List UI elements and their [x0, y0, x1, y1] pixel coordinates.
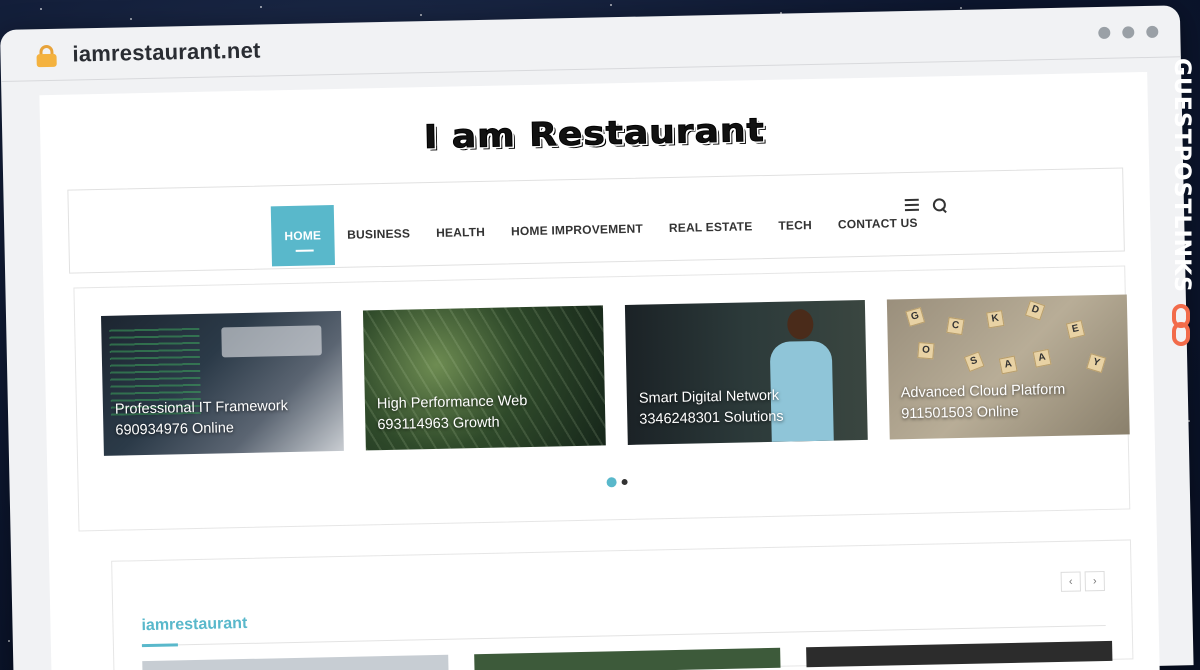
guestpostlinks-watermark: GUESTPOSTLINKS — [1166, 58, 1196, 358]
browser-titlebar: iamrestaurant.net — [0, 5, 1181, 82]
nav-item-real-estate[interactable]: REAL ESTATE — [655, 196, 766, 258]
section-title: iamrestaurant — [141, 614, 248, 635]
lock-icon — [36, 44, 57, 68]
pagination-dot[interactable] — [621, 478, 628, 486]
url-bar[interactable]: iamrestaurant.net — [72, 38, 261, 68]
pagination-dot-active[interactable] — [606, 477, 617, 488]
post-thumbnail[interactable] — [806, 640, 1113, 668]
post-thumbnail[interactable] — [474, 647, 781, 670]
window-dot-icon[interactable] — [1098, 26, 1111, 39]
post-thumbnail[interactable] — [142, 654, 449, 670]
browser-window: iamrestaurant.net I am Restaurant HOME B… — [0, 5, 1194, 670]
nav-item-home[interactable]: HOME — [270, 205, 335, 267]
watermark-text: GUESTPOSTLINKS — [1169, 58, 1194, 293]
link-icon — [1170, 304, 1192, 348]
slider-card[interactable]: High Performance Web 693114963 Growth — [362, 305, 606, 451]
slider-card[interactable]: Professional IT Framework 690934976 Onli… — [101, 310, 344, 456]
slider-card-caption: High Performance Web 693114963 Growth — [376, 393, 528, 434]
web-page: I am Restaurant HOME BUSINESS HEALTH HOM… — [39, 71, 1160, 670]
site-logo[interactable]: I am Restaurant — [423, 112, 766, 157]
featured-slider: Professional IT Framework 690934976 Onli… — [73, 265, 1131, 532]
slider-card-caption: Advanced Cloud Platform 911501503 Online — [900, 381, 1066, 423]
slider-card-caption: Smart Digital Network 3346248301 Solutio… — [638, 387, 784, 428]
nav-item-business[interactable]: BUSINESS — [334, 203, 424, 265]
slider-card-caption: Professional IT Framework 690934976 Onli… — [114, 398, 289, 439]
nav-item-health[interactable]: HEALTH — [422, 202, 498, 264]
divider — [141, 624, 1106, 647]
chevron-right-icon[interactable]: › — [1084, 570, 1105, 592]
chevron-left-icon[interactable]: ‹ — [1060, 571, 1081, 592]
window-controls — [1098, 25, 1159, 39]
slider-card[interactable]: G C K D E O S A A Y Advanced Cloud Platf… — [886, 294, 1130, 440]
menu-icon[interactable] — [904, 198, 919, 212]
slider-card[interactable]: Smart Digital Network 3346248301 Solutio… — [624, 299, 868, 445]
latest-posts-section: ‹ › iamrestaurant — [111, 539, 1134, 670]
window-dot-icon[interactable] — [1146, 25, 1159, 38]
divider-accent — [141, 643, 178, 648]
nav-item-tech[interactable]: TECH — [765, 195, 826, 256]
nav-item-home-improvement[interactable]: HOME IMPROVEMENT — [497, 198, 656, 261]
window-dot-icon[interactable] — [1122, 26, 1135, 39]
search-icon[interactable] — [933, 198, 946, 211]
slider-pagination — [606, 477, 628, 488]
